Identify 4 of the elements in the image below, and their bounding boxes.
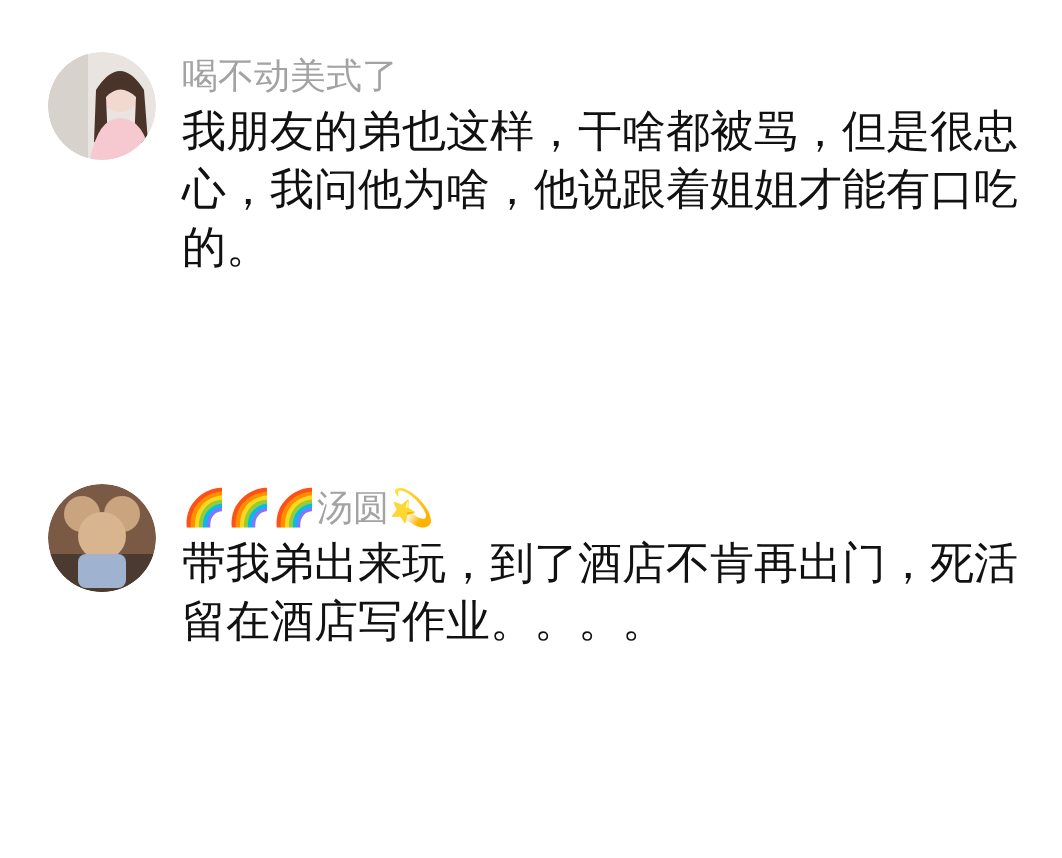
username[interactable]: 🌈🌈🌈汤圆💫 bbox=[182, 484, 1018, 532]
username[interactable]: 喝不动美式了 bbox=[182, 52, 1018, 100]
comment-text: 带我弟出来玩，到了酒店不肯再出门，死活 留在酒店写作业。。。。 bbox=[182, 536, 1018, 648]
comment-text: 我朋友的弟也这样，干啥都被骂，但是很忠 心，我问他为啥，他说跟着姐姐才能有口吃 的。 bbox=[182, 104, 1018, 274]
